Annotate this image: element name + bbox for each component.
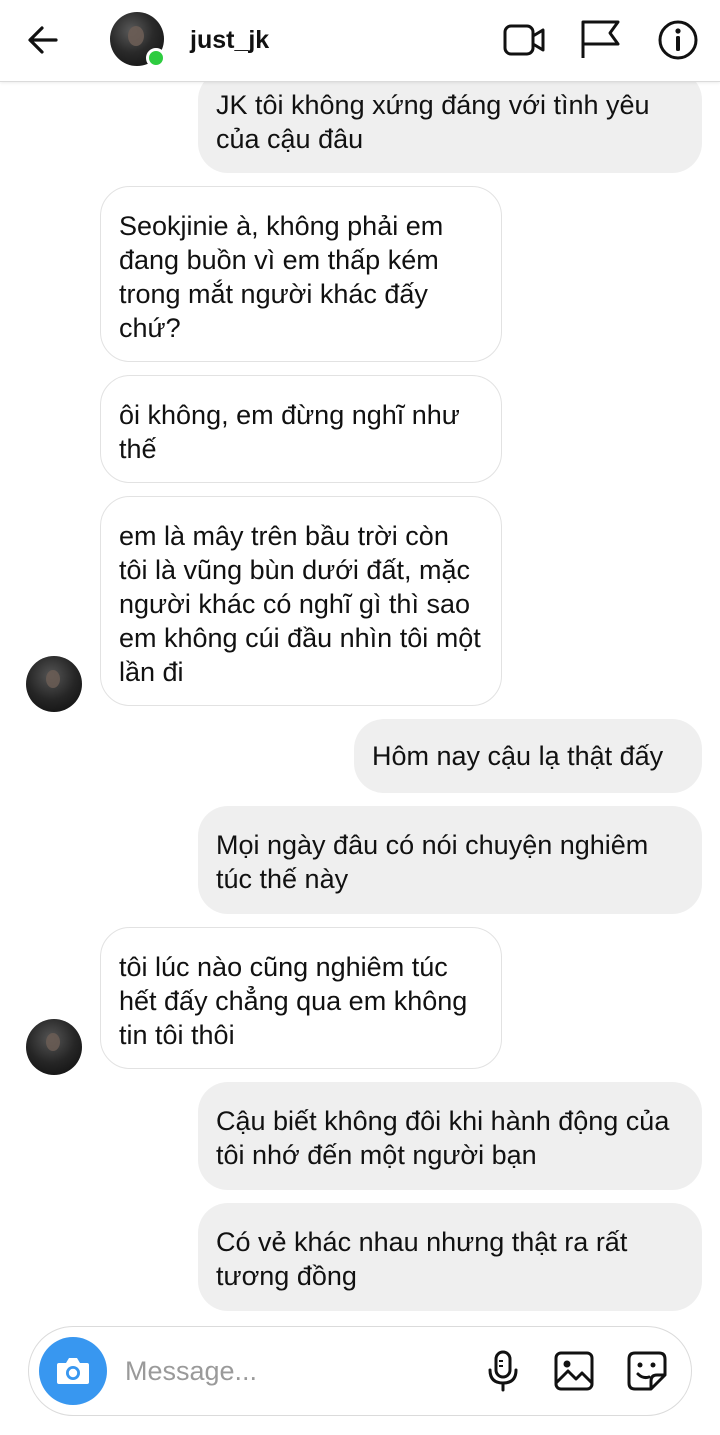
gallery-button[interactable]	[552, 1349, 596, 1393]
sticker-button[interactable]	[625, 1349, 669, 1393]
message-bubble-sent[interactable]: JK tôi không xứng đáng với tình yêu của …	[198, 70, 702, 173]
chat-header: just_jk	[0, 0, 720, 82]
back-arrow-icon	[28, 26, 58, 54]
online-status-dot	[146, 48, 166, 68]
contact-avatar-small[interactable]	[26, 656, 82, 712]
message-bubble-received[interactable]: ôi không, em đừng nghĩ như thế	[100, 375, 502, 483]
message-bubble-received[interactable]: em là mây trên bầu trời còn tôi là vũng …	[100, 496, 502, 706]
message-bubble-received[interactable]: tôi lúc nào cũng nghiêm túc hết đấy chẳn…	[100, 927, 502, 1069]
message-bubble-sent[interactable]: Có vẻ khác nhau nhưng thật ra rất tương …	[198, 1203, 702, 1311]
camera-button[interactable]	[39, 1337, 107, 1405]
message-input[interactable]	[125, 1347, 455, 1395]
info-button[interactable]	[656, 18, 700, 62]
message-bubble-received[interactable]: Seokjinie à, không phải em đang buồn vì …	[100, 186, 502, 362]
message-composer	[28, 1326, 692, 1416]
video-call-icon	[503, 24, 545, 56]
voice-message-button[interactable]	[481, 1349, 525, 1393]
contact-username[interactable]: just_jk	[190, 26, 269, 55]
report-flag-button[interactable]	[578, 18, 622, 62]
contact-avatar[interactable]	[110, 12, 166, 68]
gallery-icon	[554, 1351, 594, 1391]
back-button[interactable]	[22, 22, 66, 58]
video-call-button[interactable]	[502, 18, 546, 62]
message-bubble-sent[interactable]: Mọi ngày đâu có nói chuyện nghiêm túc th…	[198, 806, 702, 914]
message-bubble-sent[interactable]: Hôm nay cậu lạ thật đấy	[354, 719, 702, 793]
microphone-icon	[488, 1350, 518, 1392]
camera-icon	[57, 1358, 89, 1384]
sticker-icon	[627, 1351, 667, 1391]
flag-icon	[581, 20, 620, 58]
info-icon	[658, 20, 698, 60]
contact-avatar-small[interactable]	[26, 1019, 82, 1075]
message-bubble-sent[interactable]: Cậu biết không đôi khi hành động của tôi…	[198, 1082, 702, 1190]
